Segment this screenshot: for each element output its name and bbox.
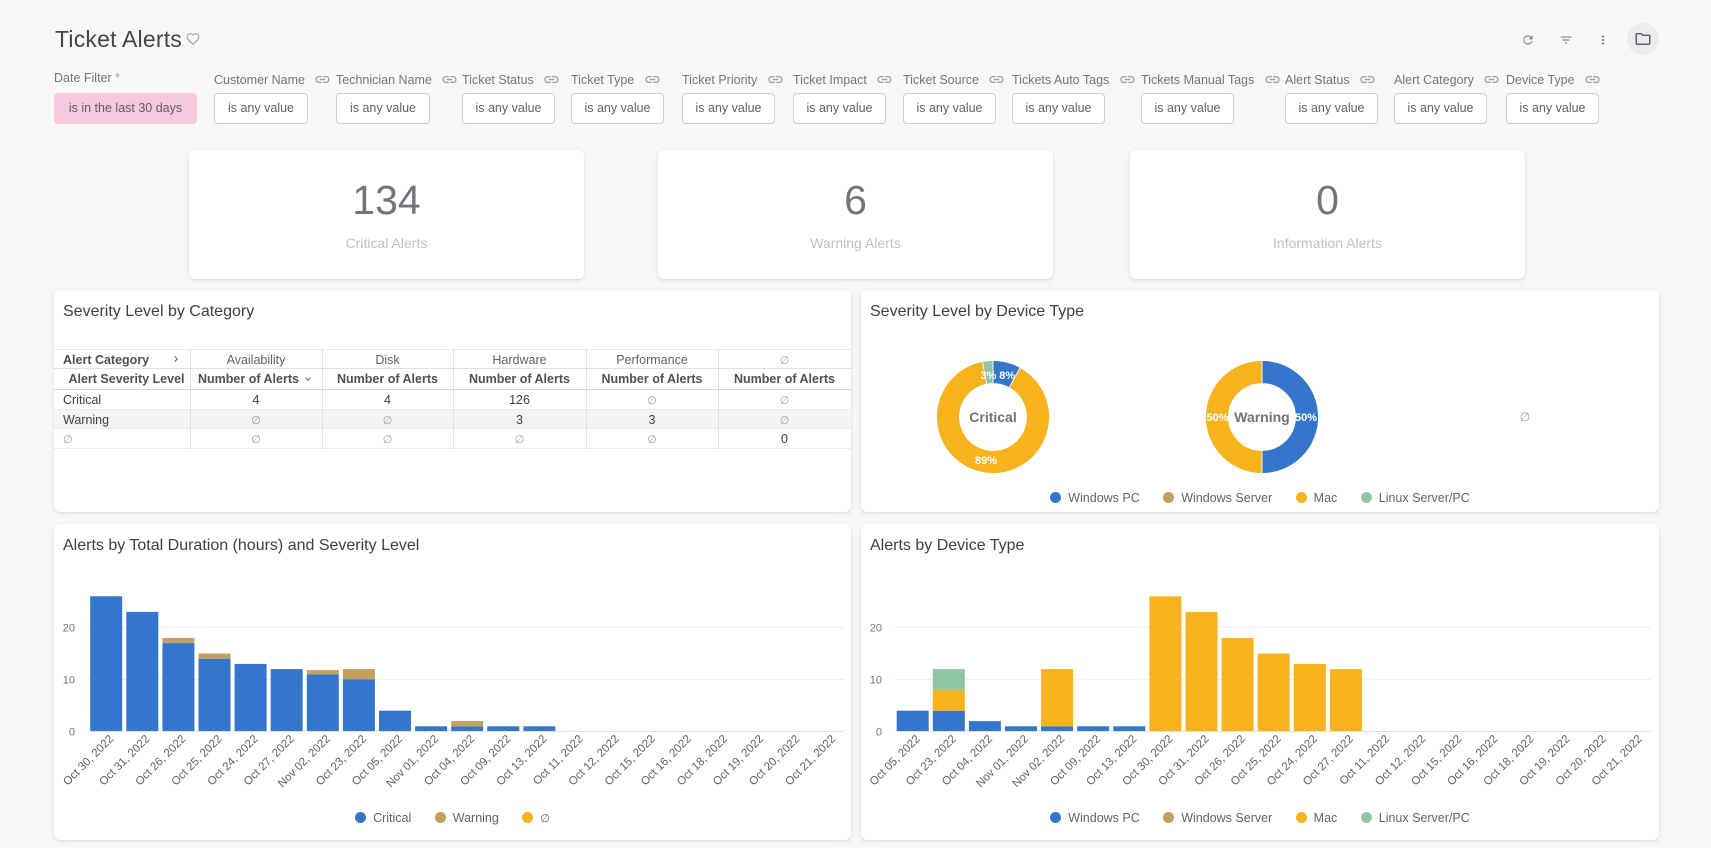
svg-text:10: 10 bbox=[870, 675, 882, 687]
svg-text:0: 0 bbox=[69, 727, 75, 739]
svg-text:Warning: Warning bbox=[1234, 409, 1289, 425]
svg-text:50%: 50% bbox=[1206, 412, 1228, 424]
svg-text:89%: 89% bbox=[975, 455, 997, 467]
svg-text:20: 20 bbox=[63, 623, 75, 635]
svg-text:∅: ∅ bbox=[1520, 410, 1530, 424]
svg-text:3%: 3% bbox=[981, 370, 997, 382]
svg-text:Critical: Critical bbox=[969, 409, 1016, 425]
svg-text:20: 20 bbox=[870, 623, 882, 635]
svg-text:10: 10 bbox=[63, 675, 75, 687]
svg-text:50%: 50% bbox=[1295, 412, 1317, 424]
svg-text:8%: 8% bbox=[999, 370, 1015, 382]
svg-text:0: 0 bbox=[876, 727, 882, 739]
